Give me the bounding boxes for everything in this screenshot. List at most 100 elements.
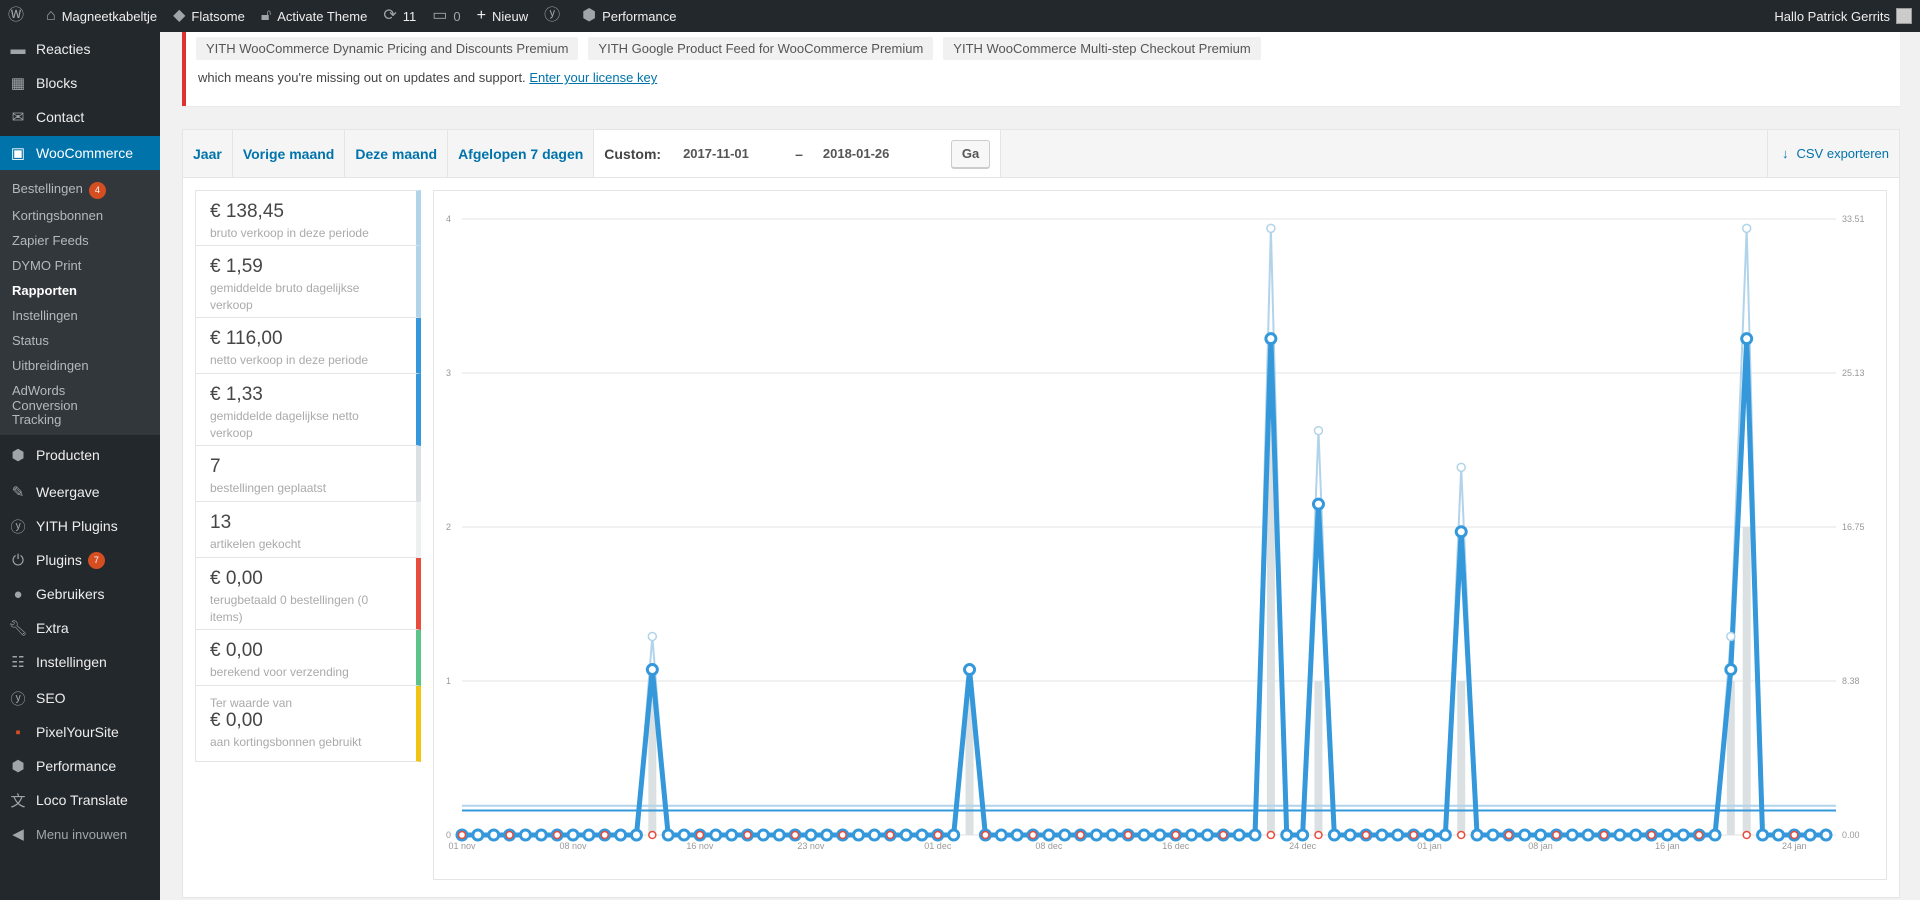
net-point: [1280, 828, 1294, 842]
menu-label: Contact: [36, 109, 85, 125]
menu-yith-plugins[interactable]: ⓨ YITH Plugins: [0, 509, 160, 543]
tab-vorige-maand[interactable]: Vorige maand: [233, 130, 346, 177]
legend-value: € 116,00: [210, 328, 283, 349]
menu-label: Extra: [36, 620, 69, 637]
menu-contact[interactable]: ✉ Contact: [0, 100, 160, 134]
submenu-bestellingen[interactable]: Bestellingen 4: [0, 177, 160, 204]
wordpress-logo[interactable]: Ⓦ: [0, 0, 38, 32]
license-key-link[interactable]: Enter your license key: [529, 70, 657, 85]
y-left-tick: 0: [446, 830, 451, 840]
net-point: [661, 828, 675, 842]
menu-seo[interactable]: ⓨ SEO: [0, 681, 160, 715]
new-label: Nieuw: [491, 8, 529, 24]
submenu-rapporten[interactable]: Rapporten: [0, 279, 160, 304]
net-point: [1565, 828, 1579, 842]
tab-jaar[interactable]: Jaar: [183, 130, 233, 177]
net-point: [1756, 828, 1770, 842]
menu-label: Performance: [36, 758, 117, 775]
refund-point: [1028, 830, 1038, 840]
plugin-tag: YITH WooCommerce Multi-step Checkout Pre…: [943, 37, 1261, 60]
legend-item[interactable]: € 138,45 bruto verkoop in deze periode: [195, 190, 421, 246]
legend-item[interactable]: € 0,00 terugbetaald 0 bestellingen (0 ite…: [195, 558, 421, 630]
menu-woocommerce[interactable]: ▣ WooCommerce: [0, 136, 160, 170]
user-menu[interactable]: Hallo Patrick Gerrits: [1766, 0, 1920, 32]
box-icon: ⬢: [11, 447, 25, 465]
menu-extra[interactable]: 🔧︎ Extra: [0, 611, 160, 645]
new-content-link[interactable]: + Nieuw: [469, 0, 536, 32]
net-point: [1676, 828, 1690, 842]
refund-point: [743, 830, 752, 840]
net-point: [1534, 828, 1548, 842]
refund-point: [1599, 830, 1609, 840]
yoast-link[interactable]: ⓨ: [536, 0, 574, 32]
tab-deze-maand[interactable]: Deze maand: [345, 130, 449, 177]
net-point: [1708, 828, 1722, 842]
legend-item[interactable]: € 1,59 gemiddelde bruto dagelijkse verkoo…: [195, 246, 421, 318]
yith-icon: ⓨ: [10, 518, 26, 536]
menu-label: Producten: [36, 447, 100, 464]
net-point: [1153, 828, 1167, 842]
refund-point: [648, 830, 657, 840]
tab-afgelopen-7-dagen[interactable]: Afgelopen 7 dagen: [448, 130, 595, 177]
menu-performance[interactable]: ⬢ Performance: [0, 749, 160, 783]
legend-label: gemiddelde dagelijkse netto verkoop: [210, 408, 359, 441]
menu-plugins[interactable]: ⏻ Plugins 7: [0, 543, 160, 577]
menu-gebruikers[interactable]: ● Gebruikers: [0, 577, 160, 611]
blocks-icon: ▦: [10, 75, 26, 92]
submenu-zapier-feeds[interactable]: Zapier Feeds: [0, 229, 160, 254]
net-point: [1105, 828, 1119, 842]
csv-export-button[interactable]: ↓ CSV exporteren: [1767, 130, 1899, 177]
y-right-tick: 33.51: [1842, 214, 1865, 224]
net-point: [1010, 828, 1024, 842]
submenu-dymo-print[interactable]: DYMO Print: [0, 254, 160, 279]
start-date-input[interactable]: 2017-11-01: [673, 141, 785, 167]
net-point: [1740, 332, 1754, 346]
x-tick-label: 01 dec: [924, 841, 952, 851]
gross-point: [1266, 223, 1276, 234]
refund-point: [838, 830, 847, 840]
plus-icon: +: [476, 7, 486, 24]
site-name-link[interactable]: ⌂ Magneetkabeltje: [38, 0, 165, 32]
submenu-kortingsbonnen[interactable]: Kortingsbonnen: [0, 204, 160, 229]
updates-link[interactable]: ⟳ 11: [375, 0, 424, 32]
theme-link[interactable]: ◆ Flatsome: [165, 0, 253, 32]
admin-bar: Ⓦ ⌂ Magneetkabeltje ◆ Flatsome 🔓︎ Activate …: [0, 0, 1920, 32]
menu-collapse[interactable]: ◀ Menu invouwen: [0, 817, 160, 851]
net-point: [1089, 828, 1103, 842]
net-point: [534, 828, 548, 842]
menu-loco-translate[interactable]: 文 Loco Translate: [0, 783, 160, 817]
legend-item[interactable]: 13 artikelen gekocht: [195, 502, 421, 558]
legend-item[interactable]: € 116,00 netto verkoop in deze periode: [195, 318, 421, 374]
comment-icon: ▬: [10, 40, 26, 58]
license-notice: YITH WooCommerce Dynamic Pricing and Dis…: [182, 32, 1900, 106]
submenu-adwords[interactable]: AdWords Conversion Tracking: [0, 379, 140, 434]
submenu-uitbreidingen[interactable]: Uitbreidingen: [0, 354, 160, 379]
legend-item[interactable]: 7 bestellingen geplaatst: [195, 446, 421, 502]
comments-link[interactable]: ▭ 0: [424, 0, 468, 32]
date-separator: –: [795, 145, 803, 162]
end-date-input[interactable]: 2018-01-26: [813, 141, 925, 167]
legend-item[interactable]: € 0,00 berekend voor verzending: [195, 630, 421, 686]
legend-item[interactable]: Ter waarde van € 0,00 aan kortingsbonnen g…: [195, 686, 421, 762]
net-point: [1137, 828, 1151, 842]
refund-point: [1171, 830, 1180, 840]
menu-pixelyoursite[interactable]: ▪ PixelYourSite: [0, 715, 160, 749]
legend-item[interactable]: € 1,33 gemiddelde dagelijkse netto verkoo…: [195, 374, 421, 446]
menu-blocks[interactable]: ▦ Blocks: [0, 66, 160, 100]
go-button[interactable]: Ga: [950, 139, 991, 168]
refund-point: [1314, 830, 1323, 840]
net-point: [963, 663, 977, 677]
menu-reacties[interactable]: ▬ Reacties: [0, 32, 160, 66]
menu-label: Blocks: [36, 75, 78, 91]
menu-weergave[interactable]: ✎ Weergave: [0, 475, 160, 509]
net-point: [899, 828, 913, 842]
notice-message: which means you're missing out on update…: [198, 70, 526, 85]
net-point: [709, 828, 723, 842]
performance-link[interactable]: ⬢ Performance: [574, 0, 684, 32]
refund-point: [885, 830, 895, 840]
submenu-instellingen[interactable]: Instellingen: [0, 304, 160, 329]
submenu-status[interactable]: Status: [0, 329, 160, 354]
activate-theme-link[interactable]: 🔓︎ Activate Theme: [253, 0, 375, 32]
menu-instellingen[interactable]: ☷ Instellingen: [0, 645, 160, 679]
menu-producten[interactable]: ⬢ Producten: [0, 438, 160, 472]
